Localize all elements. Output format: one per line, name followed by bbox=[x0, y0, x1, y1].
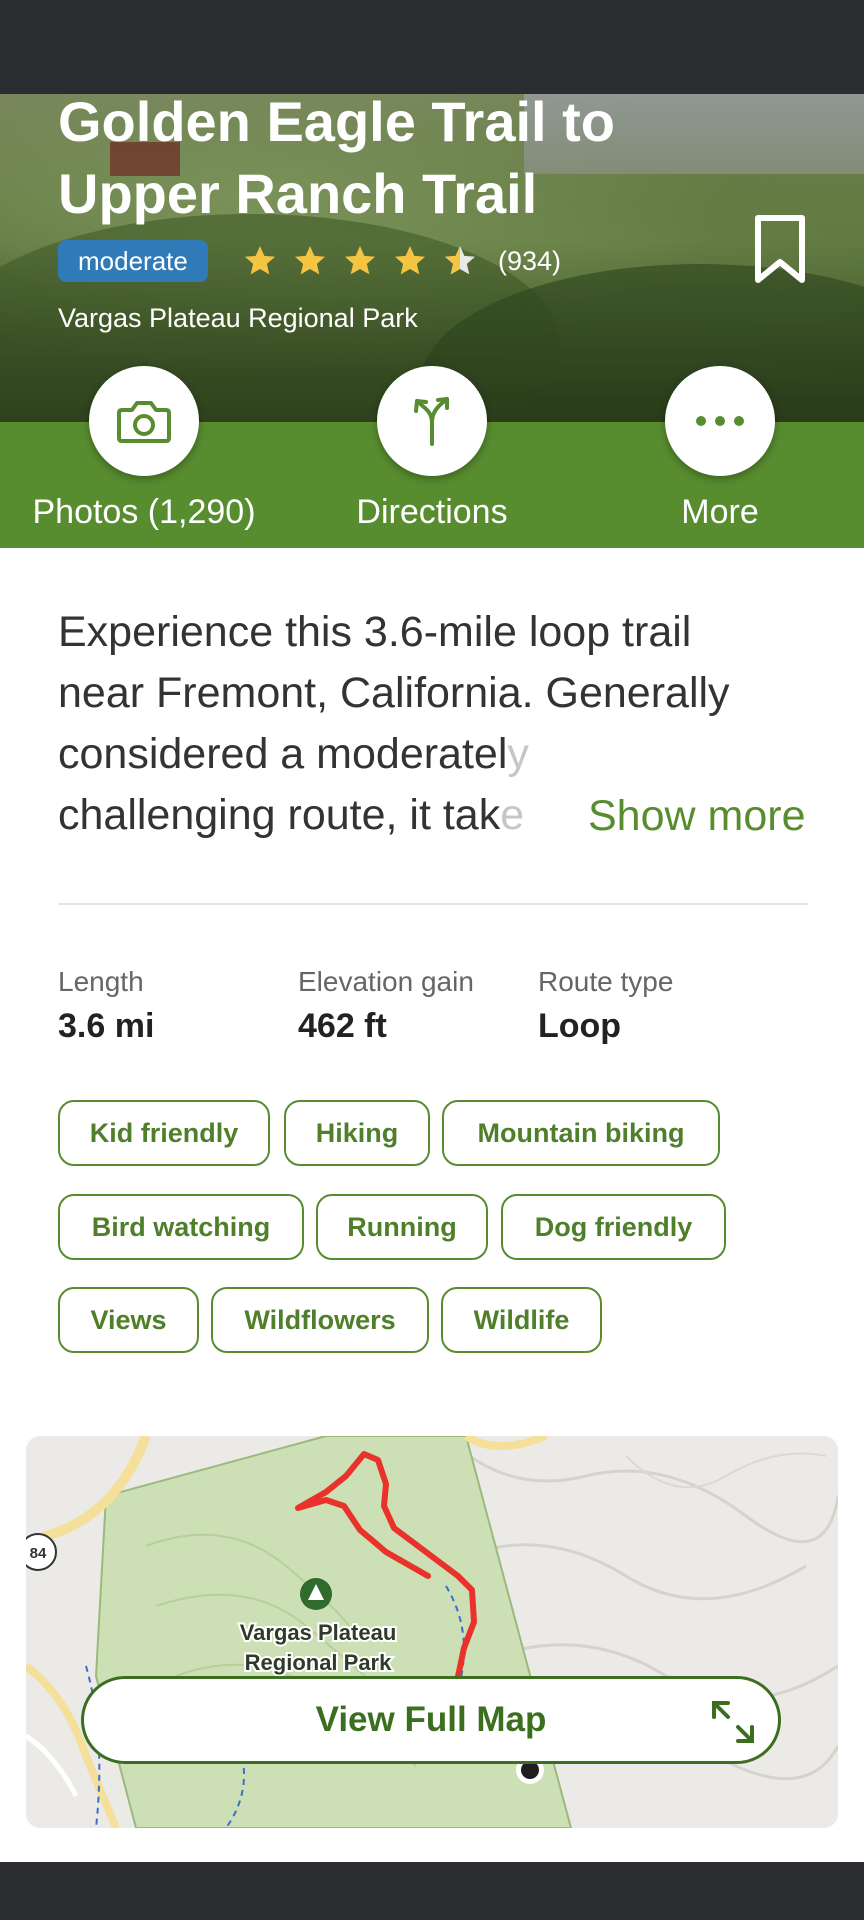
tag-chip[interactable]: Kid friendly bbox=[58, 1100, 270, 1166]
star-icon bbox=[295, 246, 325, 275]
stat-elevation-gain: Elevation gain 462 ft bbox=[298, 966, 474, 1045]
bookmark-icon[interactable] bbox=[752, 214, 808, 286]
ellipsis-icon bbox=[696, 416, 744, 426]
stat-length: Length 3.6 mi bbox=[58, 966, 155, 1045]
park-name[interactable]: Vargas Plateau Regional Park bbox=[58, 300, 418, 336]
trail-title: Golden Eagle Trail to Upper Ranch Trail bbox=[58, 94, 615, 225]
show-more-link[interactable]: Show more bbox=[578, 786, 806, 847]
status-bar bbox=[0, 0, 864, 94]
road-shield-label: 84 bbox=[30, 1545, 47, 1562]
photos-button[interactable]: Photos (1,290) bbox=[0, 366, 288, 532]
view-full-map-label: View Full Map bbox=[315, 1700, 547, 1739]
map-graphic: 84 Vargas Plateau Regional Park bbox=[26, 1436, 838, 1828]
camera-icon bbox=[117, 401, 171, 443]
photos-label: Photos (1,290) bbox=[32, 493, 256, 531]
map-park-label-line1: Vargas Plateau bbox=[240, 1620, 397, 1645]
directions-button[interactable]: Directions bbox=[288, 366, 576, 532]
tag-chip[interactable]: Running bbox=[316, 1194, 488, 1260]
tag-chip[interactable]: Dog friendly bbox=[501, 1194, 726, 1260]
map-park-label-line2: Regional Park bbox=[245, 1650, 392, 1675]
more-label: More bbox=[681, 493, 759, 531]
more-button[interactable]: More bbox=[576, 366, 864, 532]
tag-chip[interactable]: Hiking bbox=[284, 1100, 430, 1166]
tag-chip[interactable]: Mountain biking bbox=[442, 1100, 720, 1166]
directions-arrows-icon bbox=[414, 397, 449, 446]
tag-chip[interactable]: Wildflowers bbox=[211, 1287, 429, 1353]
trail-card: Golden Eagle Trail to Upper Ranch Trail … bbox=[0, 94, 864, 1862]
tag-chip[interactable]: Wildlife bbox=[441, 1287, 602, 1353]
star-icon bbox=[345, 246, 375, 275]
difficulty-badge: moderate bbox=[58, 240, 208, 282]
view-full-map-button[interactable]: View Full Map bbox=[81, 1676, 781, 1764]
star-icon bbox=[395, 246, 425, 275]
directions-label: Directions bbox=[356, 493, 508, 531]
half-star-icon bbox=[445, 246, 475, 275]
tag-chip[interactable]: Bird watching bbox=[58, 1194, 304, 1260]
review-count[interactable]: (934) bbox=[498, 240, 561, 282]
navigation-bar bbox=[0, 1862, 864, 1920]
tag-chip[interactable]: Views bbox=[58, 1287, 199, 1353]
star-icon bbox=[245, 246, 275, 275]
expand-icon bbox=[712, 1701, 754, 1743]
rating-stars[interactable] bbox=[242, 240, 478, 282]
stat-route-type: Route type Loop bbox=[538, 966, 674, 1045]
divider bbox=[58, 903, 808, 905]
trail-map[interactable]: 84 Vargas Plateau Regional Park View Ful… bbox=[26, 1436, 838, 1828]
